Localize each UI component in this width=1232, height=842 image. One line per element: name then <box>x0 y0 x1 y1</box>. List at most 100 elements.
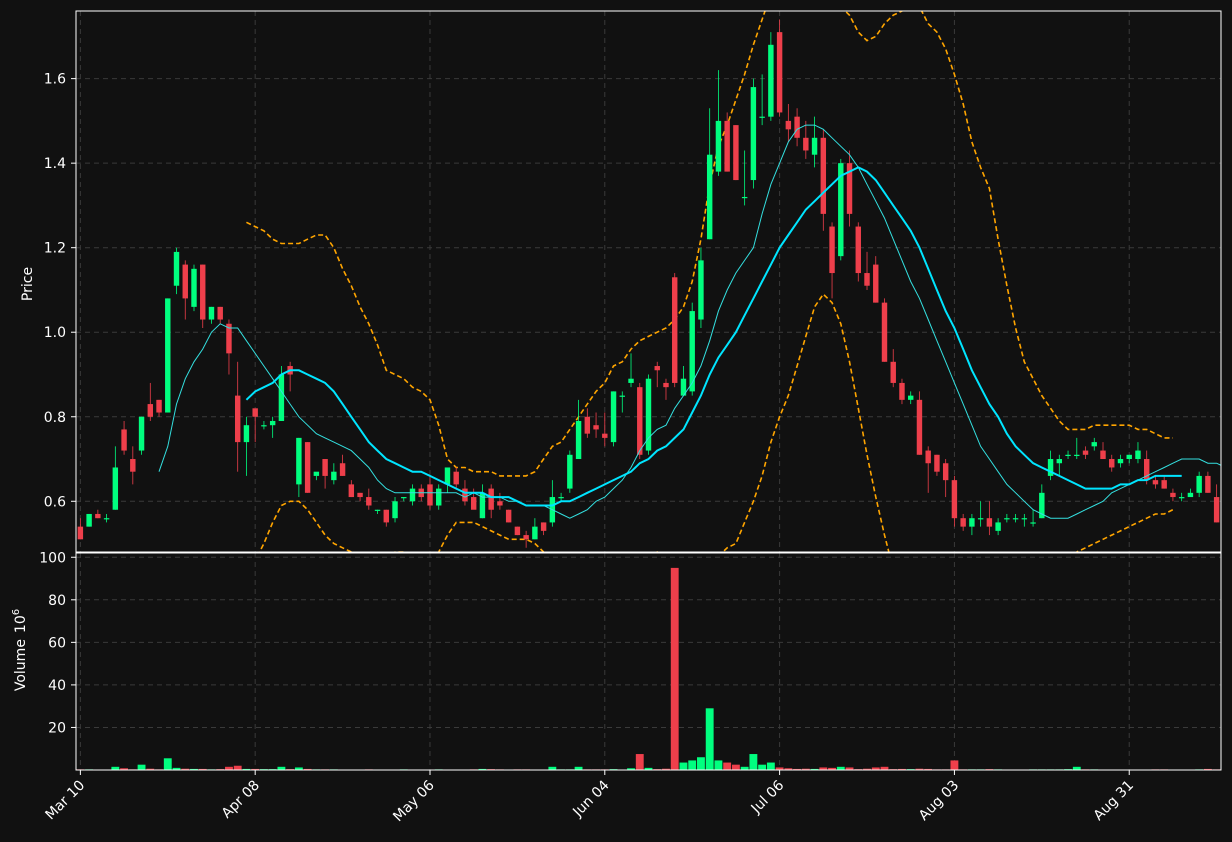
candle-body-48 <box>497 501 503 506</box>
candle-body-76 <box>741 196 748 199</box>
candle-body-83 <box>803 137 809 151</box>
volume-bar-7 <box>137 764 146 770</box>
candle-body-59 <box>593 425 599 430</box>
candle-body-64 <box>637 387 643 455</box>
candle-body-75 <box>733 125 739 181</box>
candle-body-21 <box>261 425 267 427</box>
candle-body-119 <box>1117 459 1124 464</box>
candle-body-3 <box>103 518 110 520</box>
candle-body-63 <box>628 378 634 383</box>
candle-body-96 <box>916 399 923 455</box>
price-tick-label-0: 0.6 <box>44 494 66 510</box>
candle-body-90 <box>864 273 870 286</box>
candle-body-18 <box>234 395 241 443</box>
candle-body-77 <box>750 87 757 181</box>
candle-body-61 <box>610 391 617 443</box>
candle-body-28 <box>322 459 328 476</box>
candle-body-20 <box>252 408 258 417</box>
candle-body-29 <box>331 471 337 481</box>
candle-body-9 <box>156 399 162 413</box>
candle-body-78 <box>759 116 765 118</box>
candle-body-85 <box>820 137 827 214</box>
candle-body-98 <box>934 454 940 472</box>
candle-body-127 <box>1187 492 1194 498</box>
candle-body-84 <box>811 137 818 155</box>
candle-body-114 <box>1074 454 1080 456</box>
candle-body-82 <box>794 116 800 138</box>
candle-body-32 <box>357 492 363 498</box>
candle-body-86 <box>829 226 835 274</box>
price-tick-label-2: 1.0 <box>44 325 66 341</box>
candle-body-57 <box>575 420 582 460</box>
candle-body-42 <box>444 467 451 485</box>
candle-body-62 <box>619 395 625 397</box>
candle-body-33 <box>366 497 372 506</box>
candle-body-58 <box>584 416 591 434</box>
candle-body-40 <box>427 484 433 506</box>
candle-body-125 <box>1170 492 1176 498</box>
candle-body-2 <box>95 513 101 519</box>
candle-body-7 <box>138 416 145 451</box>
volume-axis-label-text: Volume <box>13 639 29 691</box>
candle-body-107 <box>1012 518 1019 520</box>
price-tick-label-4: 1.4 <box>44 156 66 172</box>
candle-body-49 <box>505 509 512 523</box>
candle-body-116 <box>1091 442 1097 447</box>
candle-body-121 <box>1135 450 1141 460</box>
candle-body-16 <box>217 306 223 320</box>
candle-body-8 <box>147 404 154 417</box>
volume-bar-72 <box>705 708 714 770</box>
price-tick-label-3: 1.2 <box>44 241 66 257</box>
candle-body-52 <box>532 526 538 540</box>
candle-body-80 <box>776 32 783 113</box>
candle-body-23 <box>278 374 285 421</box>
candle-body-102 <box>969 518 975 527</box>
candle-body-13 <box>191 268 197 307</box>
candle-body-11 <box>173 251 180 286</box>
candle-body-118 <box>1109 459 1115 468</box>
candle-body-104 <box>986 518 993 527</box>
candle-body-1 <box>86 513 92 527</box>
candle-body-106 <box>1004 518 1010 520</box>
volume-bar-70 <box>688 760 697 770</box>
candle-body-109 <box>1030 522 1036 524</box>
volume-bar-71 <box>697 757 705 770</box>
candlestick-chart: 0.60.81.01.21.41.6 20406080100 Mar 10 Apr… <box>0 0 1232 842</box>
candle-body-124 <box>1161 480 1167 489</box>
candle-body-26 <box>304 442 311 493</box>
candle-body-79 <box>768 44 774 117</box>
candle-body-74 <box>724 120 730 172</box>
volume-bar-74 <box>723 762 732 770</box>
candle-body-55 <box>558 497 564 499</box>
candle-body-73 <box>715 120 722 172</box>
volume-bar-18 <box>233 765 242 770</box>
candle-body-94 <box>899 382 905 400</box>
candle-body-99 <box>942 463 949 481</box>
candle-body-113 <box>1065 454 1071 456</box>
volume-bar-77 <box>749 754 758 770</box>
candle-body-45 <box>470 497 477 510</box>
candle-body-71 <box>698 260 704 320</box>
volume-bar-10 <box>163 758 172 770</box>
candle-body-108 <box>1021 518 1028 520</box>
candle-body-91 <box>873 264 879 303</box>
candle-body-10 <box>165 298 171 413</box>
candle-body-15 <box>208 306 215 320</box>
volume-axis-label: Volume 106 <box>11 609 29 691</box>
candle-body-68 <box>672 277 678 383</box>
volume-tick-label-2: 60 <box>48 635 66 651</box>
volume-bar-75 <box>731 764 740 770</box>
volume-bar-69 <box>679 762 688 770</box>
volume-bar-68 <box>670 567 679 770</box>
volume-bar-73 <box>714 760 723 770</box>
candle-body-95 <box>908 395 914 400</box>
candle-body-115 <box>1082 450 1089 455</box>
candle-body-31 <box>348 484 355 498</box>
price-tick-label-5: 1.6 <box>44 72 66 88</box>
candle-body-92 <box>881 302 888 362</box>
candle-body-126 <box>1178 497 1185 499</box>
price-tick-label-1: 0.8 <box>44 410 66 426</box>
candle-body-6 <box>130 459 136 472</box>
candle-body-34 <box>374 509 381 511</box>
candle-body-30 <box>339 463 346 476</box>
